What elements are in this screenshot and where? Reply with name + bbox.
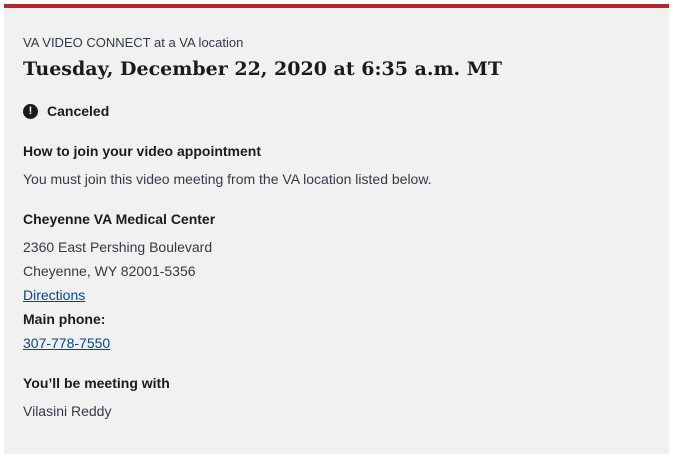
- provider-name: Vilasini Reddy: [23, 403, 112, 419]
- appointment-date-heading: Tuesday, December 22, 2020 at 6:35 a.m. …: [23, 58, 502, 80]
- status-row: ! Canceled: [23, 102, 109, 120]
- location-name: Cheyenne VA Medical Center: [23, 211, 216, 227]
- exclamation-circle-icon: !: [23, 103, 38, 119]
- address-line-2: Cheyenne, WY 82001-5356: [23, 263, 196, 279]
- main-phone-label: Main phone:: [23, 311, 106, 327]
- appointment-type: VA VIDEO CONNECT at a VA location: [23, 35, 244, 50]
- address-line-1: 2360 East Pershing Boulevard: [23, 239, 213, 255]
- directions-link[interactable]: Directions: [23, 286, 85, 304]
- join-instructions: You must join this video meeting from th…: [23, 171, 432, 187]
- status-label: Canceled: [47, 103, 110, 119]
- appointment-card: VA VIDEO CONNECT at a VA location Tuesda…: [4, 4, 669, 454]
- join-heading: How to join your video appointment: [23, 143, 261, 159]
- meeting-with-heading: You’ll be meeting with: [23, 375, 170, 391]
- main-phone-link[interactable]: 307-778-7550: [23, 334, 110, 352]
